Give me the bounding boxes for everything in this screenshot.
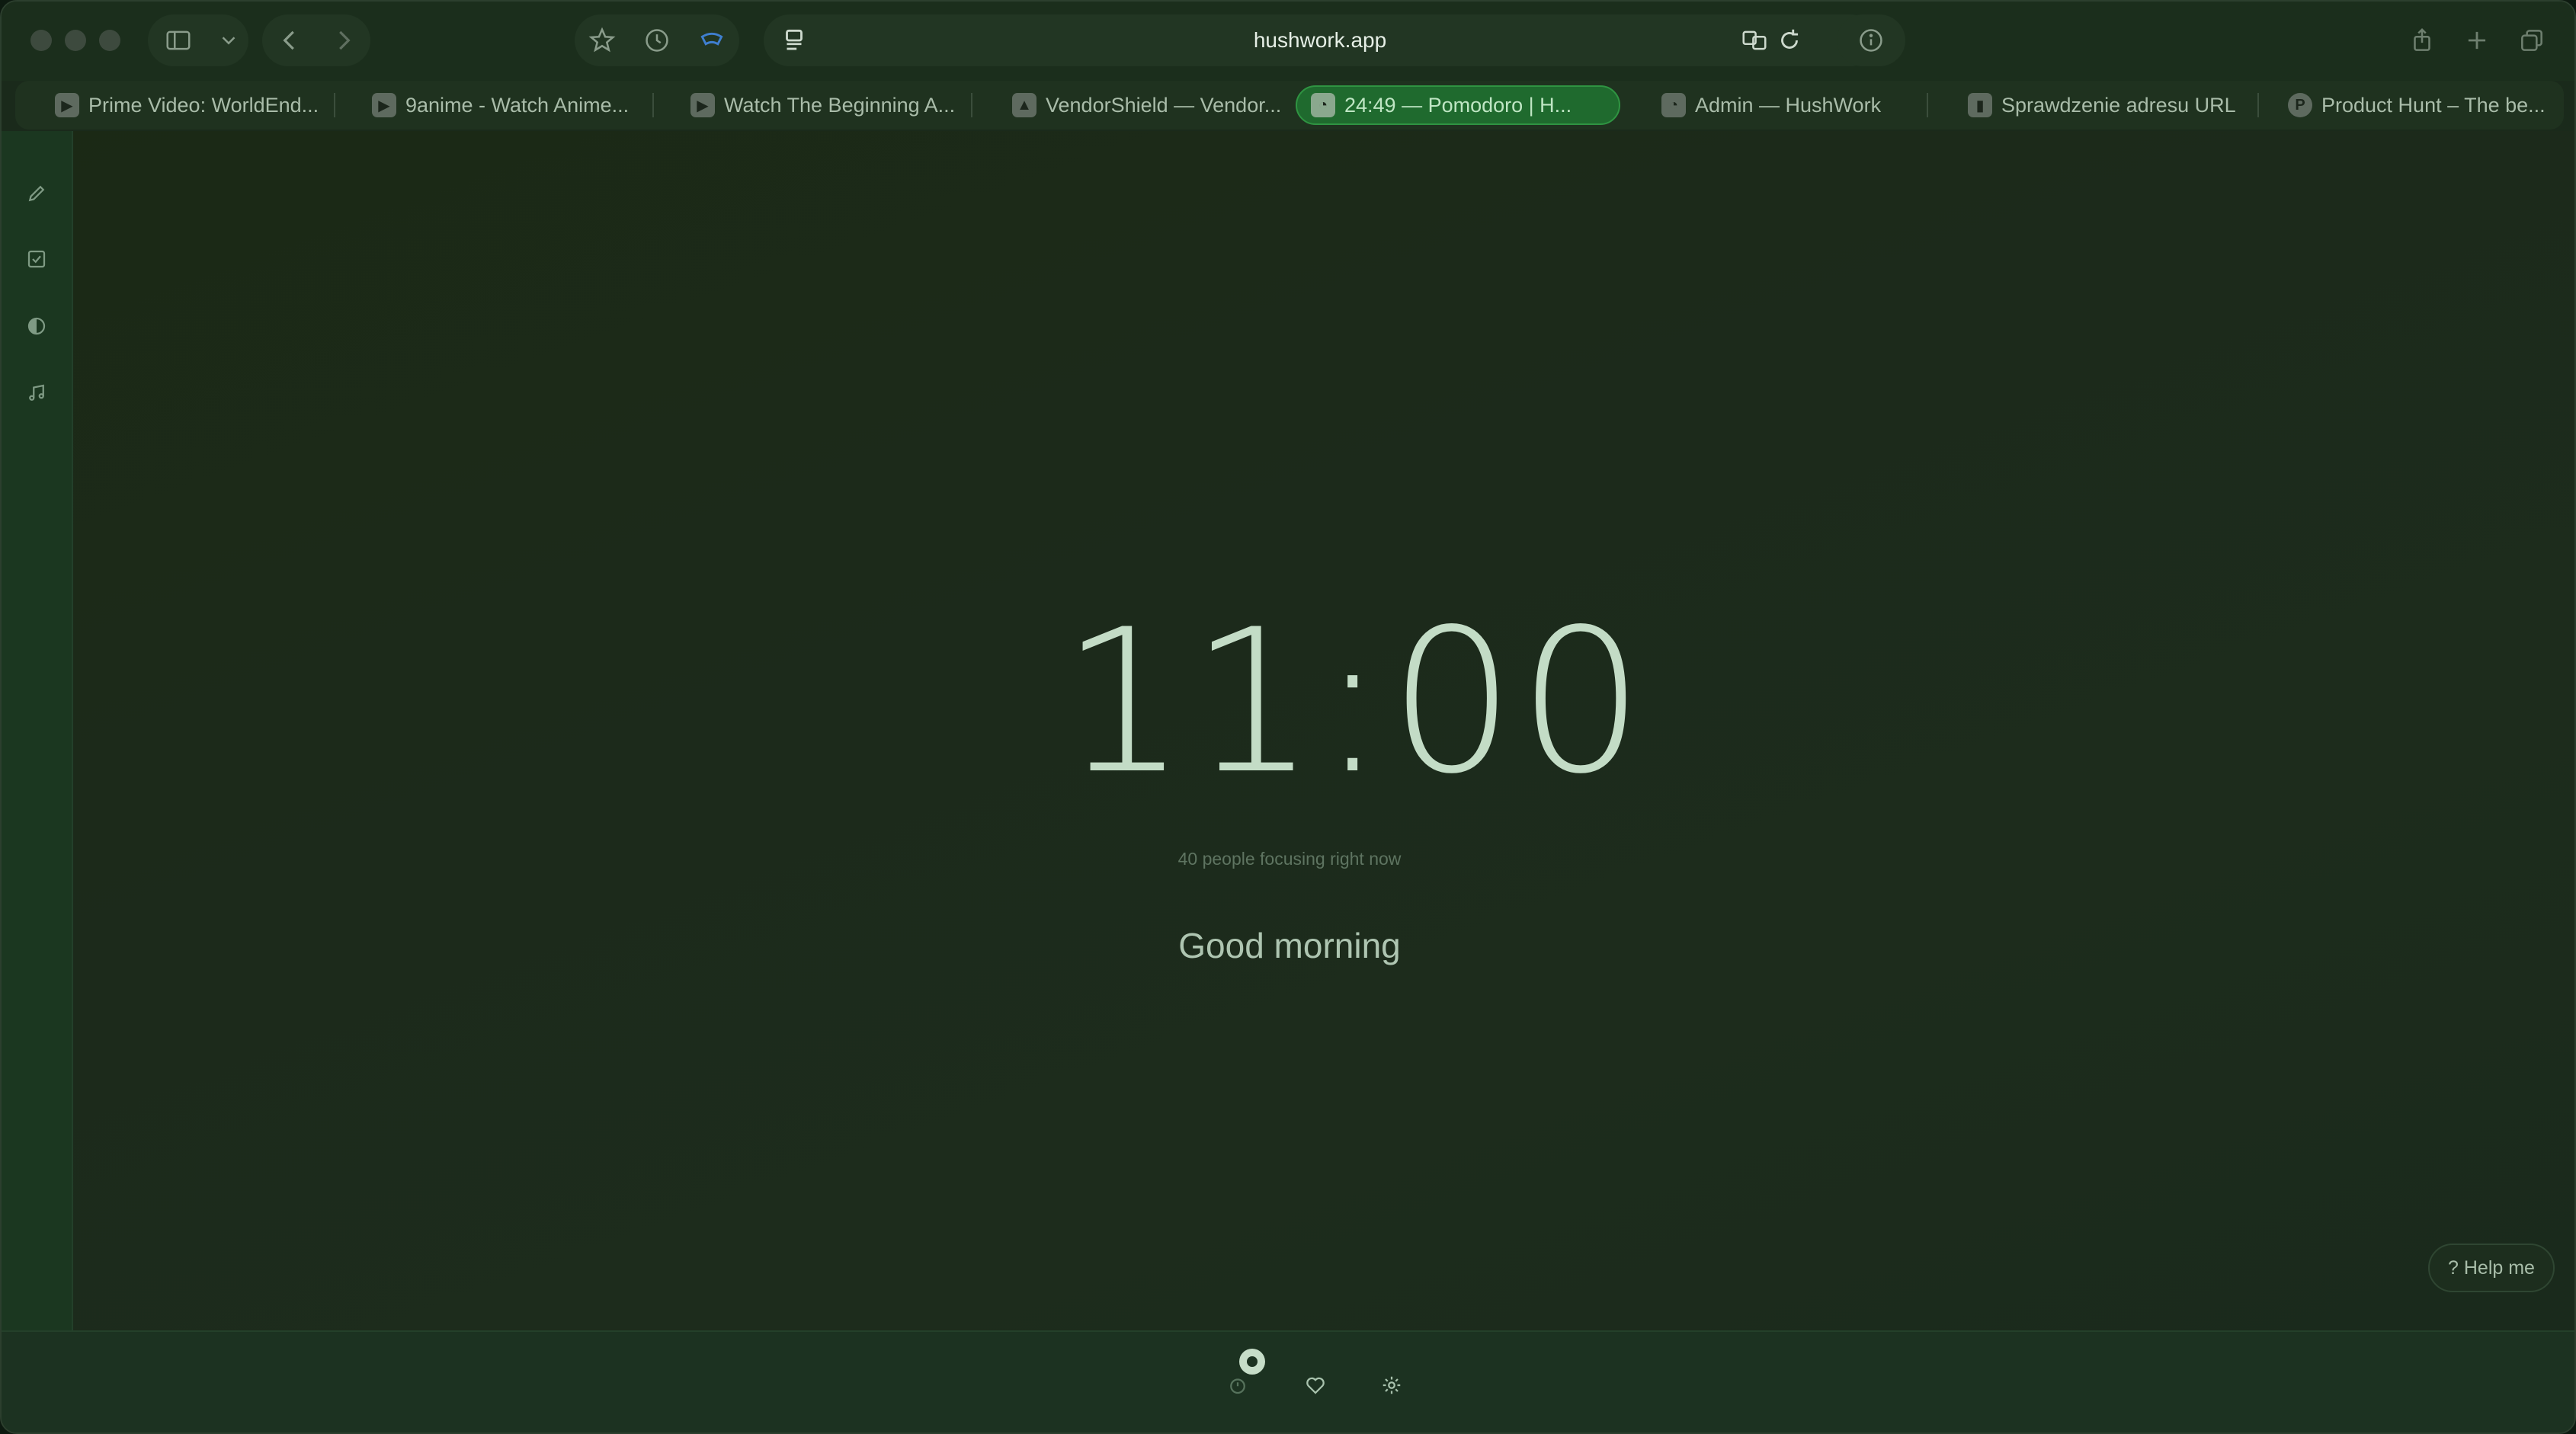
minimize-window-button[interactable]: [65, 30, 86, 51]
app-sidebar: [2, 131, 73, 1330]
tab-prime-video[interactable]: ▶ Prime Video: WorldEnd...: [55, 85, 337, 125]
tab-overview-icon[interactable]: [2510, 19, 2553, 62]
product-hunt-icon: P: [2288, 93, 2312, 117]
tab-label: 24:49 — Pomodoro | H...: [1344, 93, 1572, 117]
close-window-button[interactable]: [30, 30, 52, 51]
browser-toolbar: hushwork.app: [2, 2, 2574, 81]
back-icon[interactable]: [268, 19, 311, 62]
forward-icon[interactable]: [322, 19, 365, 62]
bookmark-group: [575, 14, 739, 66]
tab-sprawdzenie[interactable]: ▮ Sprawdzenie adresu URL: [1968, 85, 2273, 125]
heart-icon[interactable]: [1302, 1372, 1329, 1399]
new-tab-icon[interactable]: [2456, 19, 2498, 62]
clock-display: 11:00: [1061, 587, 1648, 818]
help-button[interactable]: ? Help me: [2428, 1244, 2555, 1292]
history-icon[interactable]: [636, 19, 678, 62]
navigation-group: [262, 14, 370, 66]
contrast-icon[interactable]: [21, 311, 52, 341]
extension-icon[interactable]: [690, 19, 733, 62]
checkbox-icon[interactable]: [21, 244, 52, 274]
chevron-down-icon[interactable]: [217, 19, 240, 62]
browser-window: hushwork.app ▶ Prime Video: WorldEnd... …: [0, 0, 2576, 1434]
active-indicator-dot: [1239, 1349, 1265, 1375]
music-note-icon[interactable]: [21, 378, 52, 408]
tab-9anime[interactable]: ▶ 9anime - Watch Anime...: [372, 85, 654, 125]
vendorshield-icon: ▲: [1012, 93, 1036, 117]
tab-admin-hushwork[interactable]: ◔ Admin — HushWork: [1661, 85, 1966, 125]
share-icon[interactable]: [2401, 19, 2443, 62]
star-icon[interactable]: [581, 19, 623, 62]
info-icon[interactable]: [1850, 19, 1892, 62]
pencil-icon[interactable]: [21, 178, 52, 209]
tab-label: Sprawdzenie adresu URL: [2001, 93, 2236, 117]
sidebar-icon[interactable]: [157, 19, 200, 62]
tab-label: Admin — HushWork: [1695, 93, 1882, 117]
tab-pomodoro-active[interactable]: ◔ 24:49 — Pomodoro | H...: [1296, 85, 1620, 125]
bars-icon: ▮: [1968, 93, 1992, 117]
address-bar[interactable]: hushwork.app: [764, 14, 1876, 66]
url-text: hushwork.app: [1253, 28, 1387, 52]
tab-label: Product Hunt – The be...: [2321, 93, 2546, 117]
tab-label: Prime Video: WorldEnd...: [88, 93, 319, 117]
tab-vendorshield[interactable]: ▲ VendorShield — Vendor...: [1012, 85, 1299, 125]
play-icon: ▶: [690, 93, 715, 117]
page-content: 11:00 40 people focusing right now Good …: [2, 131, 2574, 1330]
focusing-count-text: 40 people focusing right now: [1177, 849, 1402, 869]
timer-icon[interactable]: [1224, 1372, 1251, 1399]
gear-icon[interactable]: [1378, 1372, 1405, 1399]
zoom-window-button[interactable]: [99, 30, 120, 51]
tab-label: Watch The Beginning A...: [724, 93, 956, 117]
play-icon: ▶: [372, 93, 396, 117]
tab-bar: ▶ Prime Video: WorldEnd... ▶ 9anime - Wa…: [15, 81, 2564, 130]
tab-label: VendorShield — Vendor...: [1046, 93, 1282, 117]
info-group: [1837, 14, 1905, 66]
tab-product-hunt[interactable]: P Product Hunt – The be...: [2288, 85, 2564, 125]
hushwork-icon: ◔: [1661, 93, 1686, 117]
tab-watch-the-beginning[interactable]: ▶ Watch The Beginning A...: [690, 85, 972, 125]
greeting-text: Good morning: [1178, 926, 1401, 965]
tab-label: 9anime - Watch Anime...: [405, 93, 630, 117]
play-icon: ▶: [55, 93, 79, 117]
reload-icon[interactable]: [1768, 19, 1811, 62]
bottom-toolbar: [2, 1330, 2574, 1432]
sidebar-toggle-group: [148, 14, 248, 66]
hushwork-icon: ◔: [1311, 93, 1335, 117]
